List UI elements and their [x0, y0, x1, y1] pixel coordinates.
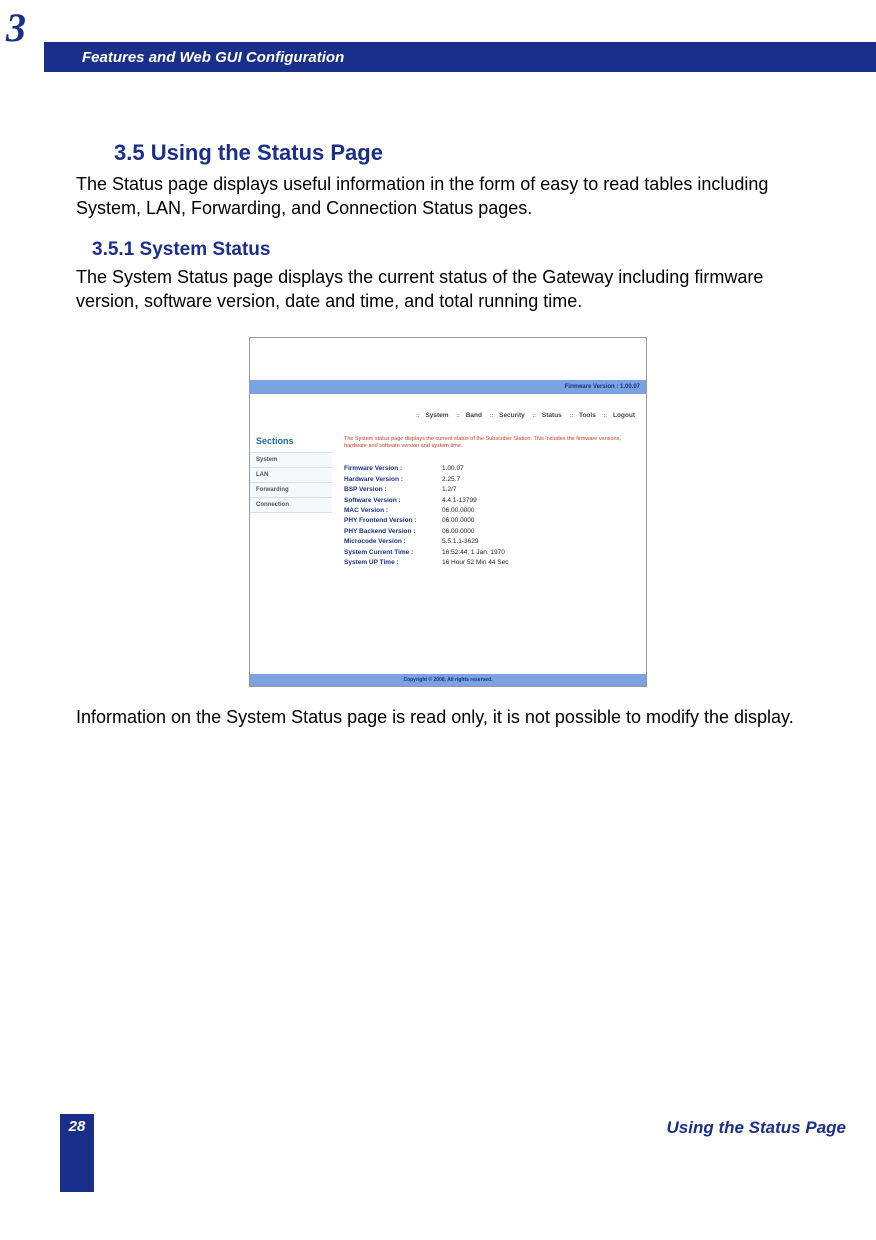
menu-item-status[interactable]: Status	[542, 412, 562, 419]
status-value: 1.00.07	[442, 464, 464, 474]
status-row: System Current Time :16:52:44, 1 Jan. 19…	[344, 548, 638, 558]
status-key: System UP Time :	[344, 558, 442, 568]
status-value: 06.00.0000	[442, 527, 475, 537]
menu-bullet-icon: ::	[533, 413, 536, 419]
status-key: PHY Backend Version :	[344, 527, 442, 537]
screenshot-sidebar: Sections System LAN Forwarding Connectio…	[250, 434, 332, 674]
status-key: Microcode Version :	[344, 537, 442, 547]
status-key: PHY Frontend Version :	[344, 516, 442, 526]
page-footer: 28 Using the Status Page	[60, 1114, 846, 1192]
subsection-intro: The System Status page displays the curr…	[76, 265, 820, 314]
status-value: 2.25.7	[442, 475, 460, 485]
menu-item-system[interactable]: System	[425, 412, 448, 419]
status-row: Firmware Version :1.00.07	[344, 464, 638, 474]
status-row: Software Version :4.4.1-13799	[344, 496, 638, 506]
sidebar-title: Sections	[250, 434, 332, 452]
section-heading: 3.5 Using the Status Page	[114, 140, 820, 166]
status-key: Hardware Version :	[344, 475, 442, 485]
status-key: Software Version :	[344, 496, 442, 506]
menu-bullet-icon: ::	[604, 413, 607, 419]
status-row: Hardware Version :2.25.7	[344, 475, 638, 485]
page-content: 3.5 Using the Status Page The Status pag…	[76, 140, 820, 747]
footer-section-title: Using the Status Page	[667, 1114, 846, 1138]
status-value: 16 Hour 52 Min 44 Sec	[442, 558, 508, 568]
status-row: System UP Time :16 Hour 52 Min 44 Sec	[344, 558, 638, 568]
section-intro: The Status page displays useful informat…	[76, 172, 820, 221]
status-key: MAC Version :	[344, 506, 442, 516]
status-value: 1.2/7	[442, 485, 456, 495]
sidebar-item-connection[interactable]: Connection	[250, 497, 332, 513]
status-value: 06.00.0000	[442, 516, 475, 526]
menu-bullet-icon: ::	[416, 413, 419, 419]
screenshot-firmware-banner: Firmware Version : 1.00.07	[250, 380, 646, 394]
status-key: System Current Time :	[344, 548, 442, 558]
embedded-screenshot: Firmware Version : 1.00.07 ::System ::Ba…	[249, 337, 647, 687]
status-row: PHY Backend Version :06.00.0000	[344, 527, 638, 537]
screenshot-nav-menu: ::System ::Band ::Security ::Status ::To…	[250, 394, 646, 434]
screenshot-description: The System status page displays the curr…	[344, 436, 638, 450]
sidebar-item-forwarding[interactable]: Forwarding	[250, 482, 332, 498]
page-number: 28	[60, 1114, 94, 1192]
menu-item-security[interactable]: Security	[499, 412, 525, 419]
menu-item-logout[interactable]: Logout	[613, 412, 635, 419]
menu-item-tools[interactable]: Tools	[579, 412, 596, 419]
status-row: PHY Frontend Version :06.00.0000	[344, 516, 638, 526]
status-value: 5.5.1.1-3629	[442, 537, 479, 547]
menu-bullet-icon: ::	[490, 413, 493, 419]
closing-paragraph: Information on the System Status page is…	[76, 705, 820, 729]
subsection-heading: 3.5.1 System Status	[92, 239, 820, 261]
menu-item-band[interactable]: Band	[466, 412, 482, 419]
status-value: 4.4.1-13799	[442, 496, 477, 506]
header-bar: Features and Web GUI Configuration	[44, 42, 876, 72]
menu-bullet-icon: ::	[456, 413, 459, 419]
screenshot-main-panel: The System status page displays the curr…	[332, 434, 646, 674]
status-key: BSP Version :	[344, 485, 442, 495]
menu-bullet-icon: ::	[570, 413, 573, 419]
status-row: Microcode Version :5.5.1.1-3629	[344, 537, 638, 547]
screenshot-copyright: Copyright © 2008. All rights reserved.	[250, 674, 646, 686]
status-key: Firmware Version :	[344, 464, 442, 474]
status-value: 16:52:44, 1 Jan. 1970	[442, 548, 505, 558]
status-value: 06.00.0000	[442, 506, 475, 516]
header-title: Features and Web GUI Configuration	[82, 49, 344, 66]
chapter-number: 3	[6, 4, 26, 51]
screenshot-header-area: Firmware Version : 1.00.07	[250, 338, 646, 394]
status-row: MAC Version :06.00.0000	[344, 506, 638, 516]
sidebar-item-system[interactable]: System	[250, 452, 332, 468]
sidebar-item-lan[interactable]: LAN	[250, 467, 332, 483]
status-row: BSP Version :1.2/7	[344, 485, 638, 495]
screenshot-body: Sections System LAN Forwarding Connectio…	[250, 434, 646, 674]
